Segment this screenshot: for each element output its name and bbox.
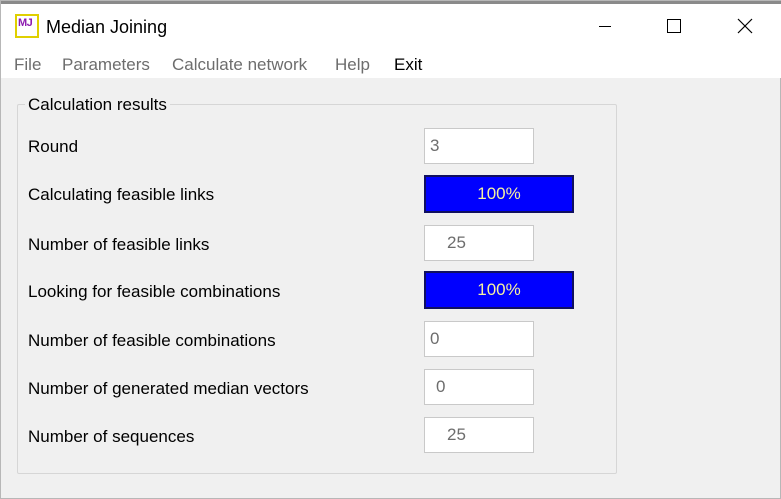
- menu-exit[interactable]: Exit: [394, 55, 422, 75]
- menu-help[interactable]: Help: [335, 55, 370, 75]
- title-bar[interactable]: MJ Median Joining: [1, 4, 781, 48]
- sequences-count-value: 25: [424, 417, 534, 453]
- round-value: 3: [424, 128, 534, 164]
- maximize-button[interactable]: [642, 4, 706, 48]
- minimize-button[interactable]: [573, 4, 637, 48]
- median-vectors-count-value: 0: [424, 369, 534, 405]
- close-icon: [737, 18, 753, 34]
- close-button[interactable]: [713, 4, 777, 48]
- minimize-icon: [599, 26, 611, 27]
- window-title: Median Joining: [46, 17, 168, 37]
- sequences-count-label: Number of sequences: [28, 427, 195, 446]
- maximize-icon: [667, 19, 681, 33]
- calculating-feasible-links-label: Calculating feasible links: [28, 185, 215, 204]
- looking-for-feasible-combinations-label: Looking for feasible combinations: [28, 282, 281, 301]
- feasible-combinations-count-label: Number of feasible combinations: [28, 331, 276, 350]
- feasible-combinations-count-value: 0: [424, 321, 534, 357]
- menu-parameters[interactable]: Parameters: [62, 55, 150, 75]
- feasible-links-count-value: 25: [424, 225, 534, 261]
- calculation-results-title: Calculation results: [25, 95, 170, 115]
- menu-file[interactable]: File: [14, 55, 41, 75]
- app-window: MJ Median Joining File Parameters Calcul…: [0, 0, 781, 499]
- menu-bar: File Parameters Calculate network Help E…: [1, 48, 781, 78]
- median-vectors-count-label: Number of generated median vectors: [28, 379, 309, 398]
- calculating-feasible-links-progress: 100%: [424, 175, 574, 213]
- feasible-links-count-label: Number of feasible links: [28, 235, 210, 254]
- looking-for-feasible-combinations-progress: 100%: [424, 271, 574, 309]
- menu-calculate-network[interactable]: Calculate network: [172, 55, 307, 75]
- app-icon[interactable]: MJ: [15, 14, 39, 38]
- app-icon-text: MJ: [18, 17, 33, 29]
- round-label: Round: [28, 137, 79, 156]
